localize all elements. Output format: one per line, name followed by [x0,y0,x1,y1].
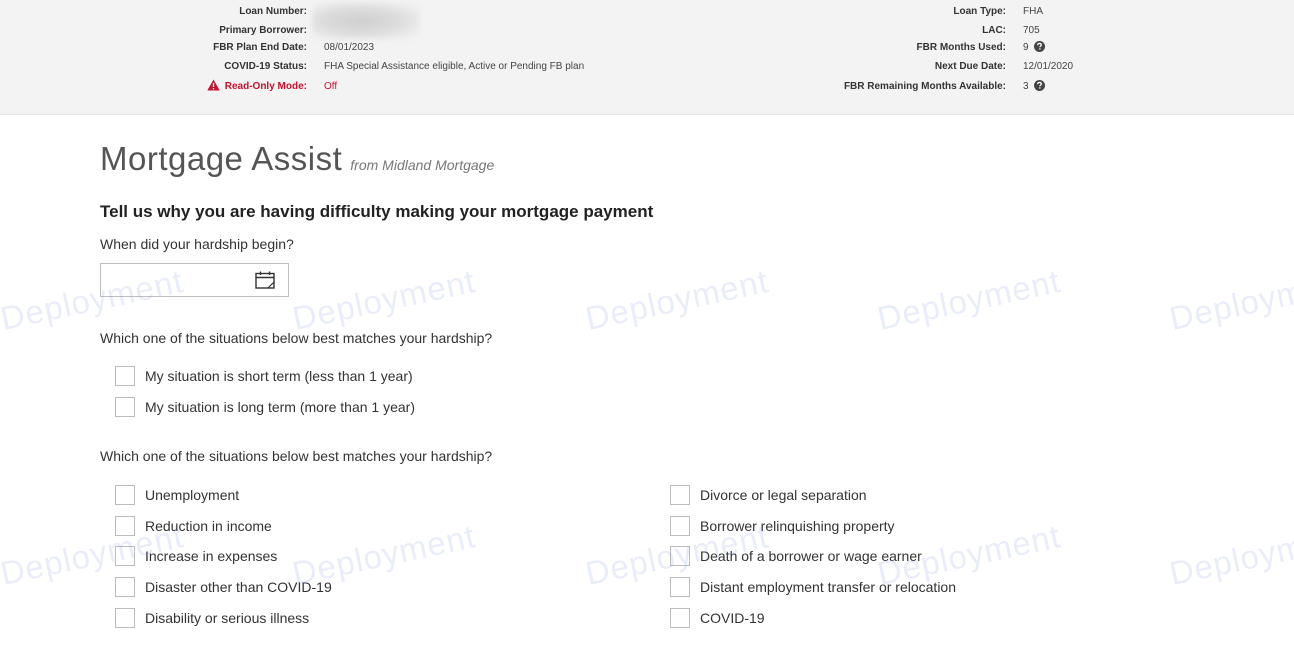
next-due-row: Next Due Date: 12/01/2020 [0,59,1294,75]
reason-checkbox[interactable] [115,546,135,566]
loan-info-header: Loan Number: Primary Borrower: FBR Plan … [0,0,1294,115]
reason-label: COVID-19 [700,610,765,626]
watermark: Deployment [1166,517,1294,593]
watermark: Deployment [1166,262,1294,338]
reason-label: Disability or serious illness [145,610,310,626]
page-title-text: Mortgage Assist [100,140,343,177]
fbr-months-used-row: FBR Months Used: 9 [0,40,1294,56]
help-circle-icon[interactable] [1034,41,1046,52]
page-title: Mortgage Assist from Midland Mortgage [100,140,494,178]
watermark: Deployment [874,262,1064,338]
lac-row: LAC: 705 [0,23,1294,39]
section-heading: Tell us why you are having difficulty ma… [100,202,654,221]
reason-checkbox[interactable] [115,516,135,536]
lac-label: LAC: [982,25,1006,36]
loan-type-label: Loan Type: [953,6,1006,17]
reason-label: Death of a borrower or wage earner [700,548,922,564]
reason-checkbox[interactable] [670,516,690,536]
watermark: Deployment [289,262,479,338]
loan-type-row: Loan Type: FHA [0,4,1294,20]
fbr-months-used-value: 9 [1023,42,1029,53]
next-due-label: Next Due Date: [934,61,1006,72]
term-long-label: My situation is long term (more than 1 y… [145,399,415,415]
reason-label: Increase in expenses [145,548,278,564]
term-short-checkbox[interactable] [115,366,135,386]
reason-label: Borrower relinquishing property [700,518,895,534]
fbr-remaining-label: FBR Remaining Months Available: [843,81,1006,92]
reason-label: Disaster other than COVID-19 [145,579,332,595]
hardship-start-question: When did your hardship begin? [100,236,294,252]
hardship-date-field[interactable] [100,263,289,297]
reason-label: Distant employment transfer or relocatio… [700,579,956,595]
help-circle-icon[interactable] [1034,80,1046,91]
next-due-value: 12/01/2020 [1023,61,1074,72]
reason-checkbox[interactable] [670,546,690,566]
reason-checkbox[interactable] [115,577,135,597]
fbr-remaining-value-wrap: 3 [1023,79,1046,95]
watermark: Deployment [582,262,772,338]
calendar-icon[interactable] [255,271,275,289]
lac-value: 705 [1023,25,1040,36]
reason-label: Reduction in income [145,518,272,534]
fbr-remaining-row: FBR Remaining Months Available: 3 [0,79,1294,95]
reason-checkbox[interactable] [670,577,690,597]
reason-checkbox[interactable] [115,485,135,505]
hardship-reason-question: Which one of the situations below best m… [100,448,493,464]
term-long-checkbox[interactable] [115,397,135,417]
hardship-date-input[interactable] [101,264,251,296]
term-short-label: My situation is short term (less than 1 … [145,368,413,384]
fbr-months-used-value-wrap: 9 [1023,40,1046,56]
page-subtitle: from Midland Mortgage [350,157,495,173]
reason-checkbox[interactable] [670,485,690,505]
reason-label: Divorce or legal separation [700,487,867,503]
fbr-months-used-label: FBR Months Used: [916,42,1006,53]
loan-type-value: FHA [1023,6,1043,17]
reason-label: Unemployment [145,487,240,503]
hardship-term-question: Which one of the situations below best m… [100,330,493,346]
fbr-remaining-value: 3 [1023,81,1029,92]
reason-checkbox[interactable] [115,608,135,628]
reason-checkbox[interactable] [670,608,690,628]
